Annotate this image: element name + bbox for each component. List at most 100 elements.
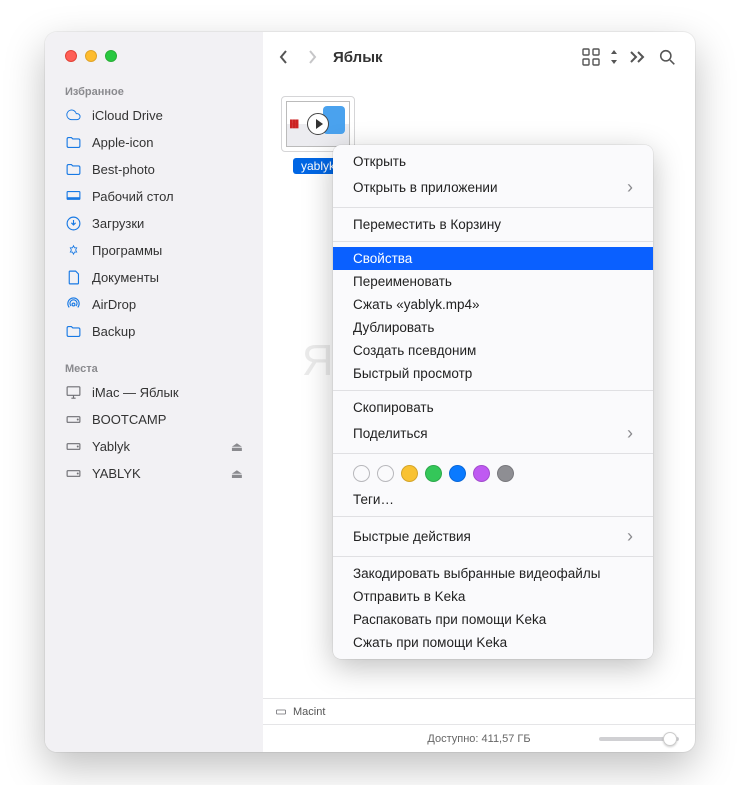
sidebar-item-bootcamp[interactable]: BOOTCAMP [45, 406, 263, 433]
tag-blue[interactable] [449, 465, 466, 482]
sidebar-item-yablyk-disk[interactable]: Yablyk ⏏ [45, 433, 263, 460]
chevron-right-icon [627, 177, 633, 198]
locations-label: Места [45, 357, 263, 379]
menu-compress[interactable]: Сжать «yablyk.mp4» [333, 293, 653, 316]
favorites-label: Избранное [45, 80, 263, 102]
folder-icon [65, 134, 82, 151]
menu-duplicate[interactable]: Дублировать [333, 316, 653, 339]
menu-open[interactable]: Открыть [333, 150, 653, 173]
view-arrows[interactable] [607, 44, 621, 70]
menu-copy[interactable]: Скопировать [333, 396, 653, 419]
menu-tags[interactable]: Теги… [333, 488, 653, 511]
menu-quick-actions[interactable]: Быстрые действия [333, 522, 653, 551]
tag-row [333, 459, 653, 488]
overflow-button[interactable] [623, 44, 651, 70]
menu-send-keka[interactable]: Отправить в Keka [333, 585, 653, 608]
sidebar-item-icloud-drive[interactable]: iCloud Drive [45, 102, 263, 129]
folder-icon [65, 161, 82, 178]
folder-icon [65, 323, 82, 340]
sidebar-item-label: BOOTCAMP [92, 412, 166, 427]
tag-none[interactable] [353, 465, 370, 482]
sidebar-item-downloads[interactable]: Загрузки [45, 210, 263, 237]
search-button[interactable] [653, 44, 681, 70]
menu-label: Сжать при помощи Keka [353, 635, 507, 650]
updown-icon [609, 49, 619, 65]
tag-clear[interactable] [377, 465, 394, 482]
double-chevron-icon [629, 50, 645, 64]
sidebar-item-documents[interactable]: Документы [45, 264, 263, 291]
path-segment[interactable]: Macint [293, 706, 325, 718]
tag-purple[interactable] [473, 465, 490, 482]
window-controls [45, 50, 263, 80]
close-window-button[interactable] [65, 50, 77, 62]
maximize-window-button[interactable] [105, 50, 117, 62]
disk-icon [65, 411, 82, 428]
sidebar-item-airdrop[interactable]: AirDrop [45, 291, 263, 318]
menu-rename[interactable]: Переименовать [333, 270, 653, 293]
airdrop-icon [65, 296, 82, 313]
menu-label: Быстрый просмотр [353, 366, 472, 381]
cloud-icon [65, 107, 82, 124]
sidebar: Избранное iCloud Drive Apple-icon Best-p… [45, 32, 263, 752]
sidebar-item-label: Загрузки [92, 216, 144, 231]
sidebar-item-best-photo[interactable]: Best-photo [45, 156, 263, 183]
menu-move-to-trash[interactable]: Переместить в Корзину [333, 213, 653, 236]
tag-green[interactable] [425, 465, 442, 482]
forward-button[interactable] [299, 44, 325, 70]
sidebar-item-label: iMac — Яблык [92, 385, 179, 400]
sidebar-item-backup[interactable]: Backup [45, 318, 263, 345]
menu-share[interactable]: Поделиться [333, 419, 653, 448]
chevron-right-icon [627, 526, 633, 547]
sidebar-item-label: AirDrop [92, 297, 136, 312]
menu-label: Дублировать [353, 320, 434, 335]
menu-label: Поделиться [353, 426, 428, 441]
menu-label: Создать псевдоним [353, 343, 476, 358]
menu-separator [333, 390, 653, 391]
sidebar-item-applications[interactable]: Программы [45, 237, 263, 264]
disk-icon [65, 465, 82, 482]
sidebar-item-yablyk-disk-2[interactable]: YABLYK ⏏ [45, 460, 263, 487]
minimize-window-button[interactable] [85, 50, 97, 62]
grid-icon [582, 48, 600, 66]
menu-label: Сжать «yablyk.mp4» [353, 297, 480, 312]
menu-open-with[interactable]: Открыть в приложении [333, 173, 653, 202]
sidebar-item-label: Apple-icon [92, 135, 153, 150]
context-menu: Открыть Открыть в приложении Переместить… [333, 145, 653, 659]
sidebar-item-desktop[interactable]: Рабочий стол [45, 183, 263, 210]
menu-label: Скопировать [353, 400, 434, 415]
zoom-knob[interactable] [663, 732, 677, 746]
menu-label: Переместить в Корзину [353, 217, 501, 232]
apps-icon [65, 242, 82, 259]
view-mode-button[interactable] [577, 44, 605, 70]
window-title: Яблык [333, 49, 383, 66]
menu-label: Открыть в приложении [353, 180, 498, 195]
tag-yellow[interactable] [401, 465, 418, 482]
play-icon [307, 113, 329, 135]
sidebar-item-label: Backup [92, 324, 135, 339]
sidebar-item-imac[interactable]: iMac — Яблык [45, 379, 263, 406]
menu-separator [333, 556, 653, 557]
status-bar: Доступно: 411,57 ГБ [263, 724, 695, 752]
sidebar-item-label: Рабочий стол [92, 189, 174, 204]
tag-gray[interactable] [497, 465, 514, 482]
sidebar-item-label: Yablyk [92, 439, 130, 454]
menu-extract-keka[interactable]: Распаковать при помощи Keka [333, 608, 653, 631]
menu-encode-video[interactable]: Закодировать выбранные видеофайлы [333, 562, 653, 585]
chevron-right-icon [627, 423, 633, 444]
menu-get-info[interactable]: Свойства [333, 247, 653, 270]
zoom-slider[interactable] [599, 737, 679, 741]
disk-icon [275, 706, 287, 718]
eject-icon[interactable]: ⏏ [231, 439, 243, 455]
menu-make-alias[interactable]: Создать псевдоним [333, 339, 653, 362]
back-button[interactable] [271, 44, 297, 70]
sidebar-item-apple-icon[interactable]: Apple-icon [45, 129, 263, 156]
imac-icon [65, 384, 82, 401]
sidebar-item-label: iCloud Drive [92, 108, 163, 123]
menu-quick-look[interactable]: Быстрый просмотр [333, 362, 653, 385]
menu-separator [333, 453, 653, 454]
path-bar[interactable]: Macint [263, 698, 695, 724]
menu-label: Открыть [353, 154, 406, 169]
eject-icon[interactable]: ⏏ [231, 466, 243, 482]
menu-compress-keka[interactable]: Сжать при помощи Keka [333, 631, 653, 654]
menu-label: Отправить в Keka [353, 589, 465, 604]
